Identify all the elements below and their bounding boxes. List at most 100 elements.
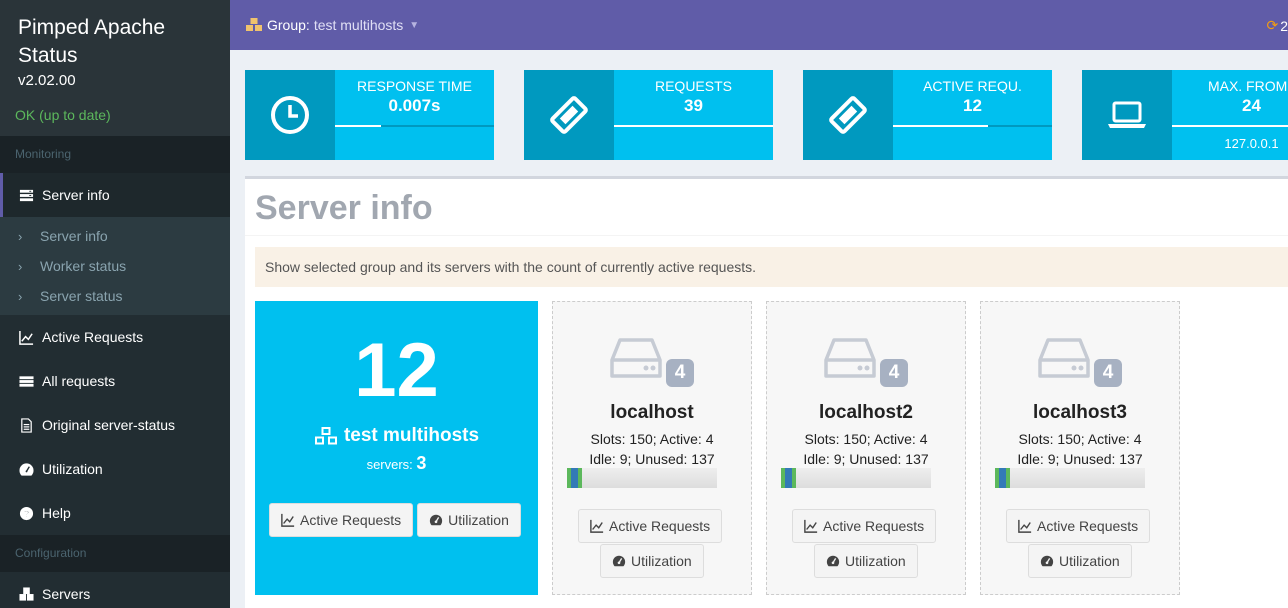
infobox-desc: 127.0.0.1 <box>1224 136 1279 151</box>
infobox-max-from-ip: MAX. FROM I 24 127.0.0.1 <box>1082 70 1288 160</box>
infobox-label: MAX. FROM I <box>1207 78 1288 94</box>
sidebar-item-label: Utilization <box>42 461 103 477</box>
cubes-icon <box>314 427 337 445</box>
sidebar-item-servers[interactable]: Servers <box>0 572 230 608</box>
server-active-requests-button[interactable]: Active Requests <box>792 509 937 543</box>
infobox-active-requests: ACTIVE REQU. 12 <box>803 70 1052 160</box>
hard-drive-icon <box>1038 338 1090 378</box>
refresh-counter: 2 <box>1280 17 1288 34</box>
infobox-label: RESPONSE TIME <box>357 78 472 94</box>
server-idle: Idle: 9; Unused: 137 <box>803 451 929 467</box>
server-slot-bar <box>781 468 931 488</box>
file-text-icon <box>18 417 34 433</box>
sidebar-item-all-requests[interactable]: All requests <box>0 359 230 403</box>
cubes-icon <box>18 586 34 602</box>
server-slots: Slots: 150; Active: 4 <box>590 431 714 447</box>
server-active-requests-button[interactable]: Active Requests <box>1006 509 1151 543</box>
refresh-control[interactable]: ⟳ 2 <box>1266 17 1288 34</box>
chevron-right-icon: › <box>18 228 23 244</box>
refresh-icon: ⟳ <box>1266 17 1279 33</box>
server-slots: Slots: 150; Active: 4 <box>804 431 928 447</box>
clock-icon <box>245 70 335 160</box>
ticket-icon <box>803 70 893 160</box>
sidebar-item-utilization[interactable]: Utilization <box>0 447 230 491</box>
brand: Pimped Apache Status v2.02.00 OK (up to … <box>0 0 230 136</box>
line-chart-icon <box>18 329 34 345</box>
sidebar-item-label: Servers <box>42 586 91 602</box>
line-chart-icon <box>590 519 604 533</box>
server-info-panel: Server info Show selected group and its … <box>245 176 1288 608</box>
sidebar-subitem-server-info[interactable]: › Server info <box>0 221 230 251</box>
line-chart-icon <box>804 519 818 533</box>
sidebar-item-label: All requests <box>42 373 116 389</box>
app-title[interactable]: Pimped Apache Status <box>18 14 212 70</box>
server-count-badge: 4 <box>666 359 694 387</box>
page-title: Server info <box>245 179 1288 236</box>
infobox-requests: REQUESTS 39 <box>524 70 773 160</box>
server-slot-bar <box>567 468 717 488</box>
button-label: Utilization <box>631 553 692 569</box>
dashboard-gauge-icon <box>1040 555 1054 567</box>
list-icon <box>18 373 34 389</box>
server-slot-bar <box>995 468 1145 488</box>
infobox-progress <box>335 125 494 127</box>
button-label: Active Requests <box>823 518 925 534</box>
app-version: v2.02.00 <box>18 72 76 89</box>
active-segment <box>571 468 578 488</box>
infobox-progress-bar <box>335 125 382 127</box>
group-active-requests-button[interactable]: Active Requests <box>269 503 414 537</box>
ticket-icon <box>524 70 614 160</box>
chevron-right-icon: › <box>18 288 23 304</box>
hard-drive-icon <box>610 338 662 378</box>
sidebar-item-server-info[interactable]: Server info <box>0 173 230 217</box>
group-active-count: 12 <box>354 328 439 413</box>
server-slots: Slots: 150; Active: 4 <box>1018 431 1142 447</box>
server-utilization-button[interactable]: Utilization <box>814 544 918 578</box>
server-utilization-button[interactable]: Utilization <box>600 544 704 578</box>
group-selector[interactable]: test multihosts <box>314 17 403 33</box>
sidebar-item-help[interactable]: ? Help <box>0 491 230 535</box>
help-icon: ? <box>18 505 34 521</box>
sidebar-item-label: Original server-status <box>42 417 176 433</box>
sidebar-item-original-server-status[interactable]: Original server-status <box>0 403 230 447</box>
info-callout: Show selected group and its servers with… <box>255 247 1288 287</box>
server-active-requests-button[interactable]: Active Requests <box>578 509 723 543</box>
server-utilization-button[interactable]: Utilization <box>1028 544 1132 578</box>
server-card-localhost3: 4 localhost3 Slots: 150; Active: 4 Idle:… <box>980 301 1180 595</box>
button-label: Utilization <box>448 512 509 528</box>
server-card-localhost2: 4 localhost2 Slots: 150; Active: 4 Idle:… <box>766 301 966 595</box>
top-header: Group: test multihosts ▼ ⟳ 2 <box>230 0 1288 50</box>
dashboard-gauge-icon <box>612 555 626 567</box>
server-count-badge: 4 <box>1094 359 1122 387</box>
infobox-label: ACTIVE REQU. <box>923 78 1022 94</box>
infobox-response-time: RESPONSE TIME 0.007s <box>245 70 494 160</box>
cubes-icon <box>246 18 262 31</box>
group-label: Group: <box>267 17 310 33</box>
sidebar-item-active-requests[interactable]: Active Requests <box>0 315 230 359</box>
sidebar: Pimped Apache Status v2.02.00 OK (up to … <box>0 0 230 608</box>
update-status[interactable]: OK (up to date) <box>15 107 212 123</box>
svg-text:?: ? <box>23 508 29 518</box>
caret-down-icon[interactable]: ▼ <box>409 20 419 31</box>
button-label: Active Requests <box>300 512 402 528</box>
sidebar-subitem-server-status[interactable]: › Server status <box>0 281 230 311</box>
infobox-progress <box>1172 125 1288 127</box>
server-info-icon <box>18 187 34 203</box>
servers-label: servers: <box>366 457 413 472</box>
servers-count: 3 <box>416 453 427 473</box>
group-server-count: servers: 3 <box>255 453 538 474</box>
server-idle: Idle: 9; Unused: 137 <box>1017 451 1143 467</box>
infobox-progress <box>893 125 1052 127</box>
infobox-value: 12 <box>963 96 982 115</box>
sidebar-subitem-worker-status[interactable]: › Worker status <box>0 251 230 281</box>
group-name: test multihosts <box>255 425 538 447</box>
server-idle: Idle: 9; Unused: 137 <box>589 451 715 467</box>
server-name: localhost3 <box>1033 402 1127 423</box>
group-utilization-button[interactable]: Utilization <box>417 503 521 537</box>
button-label: Active Requests <box>609 518 711 534</box>
group-name-text: test multihosts <box>343 425 480 446</box>
infobox-progress-bar <box>614 125 773 127</box>
sidebar-item-label: Server info <box>42 187 110 203</box>
button-label: Utilization <box>845 553 906 569</box>
button-label: Utilization <box>1059 553 1120 569</box>
